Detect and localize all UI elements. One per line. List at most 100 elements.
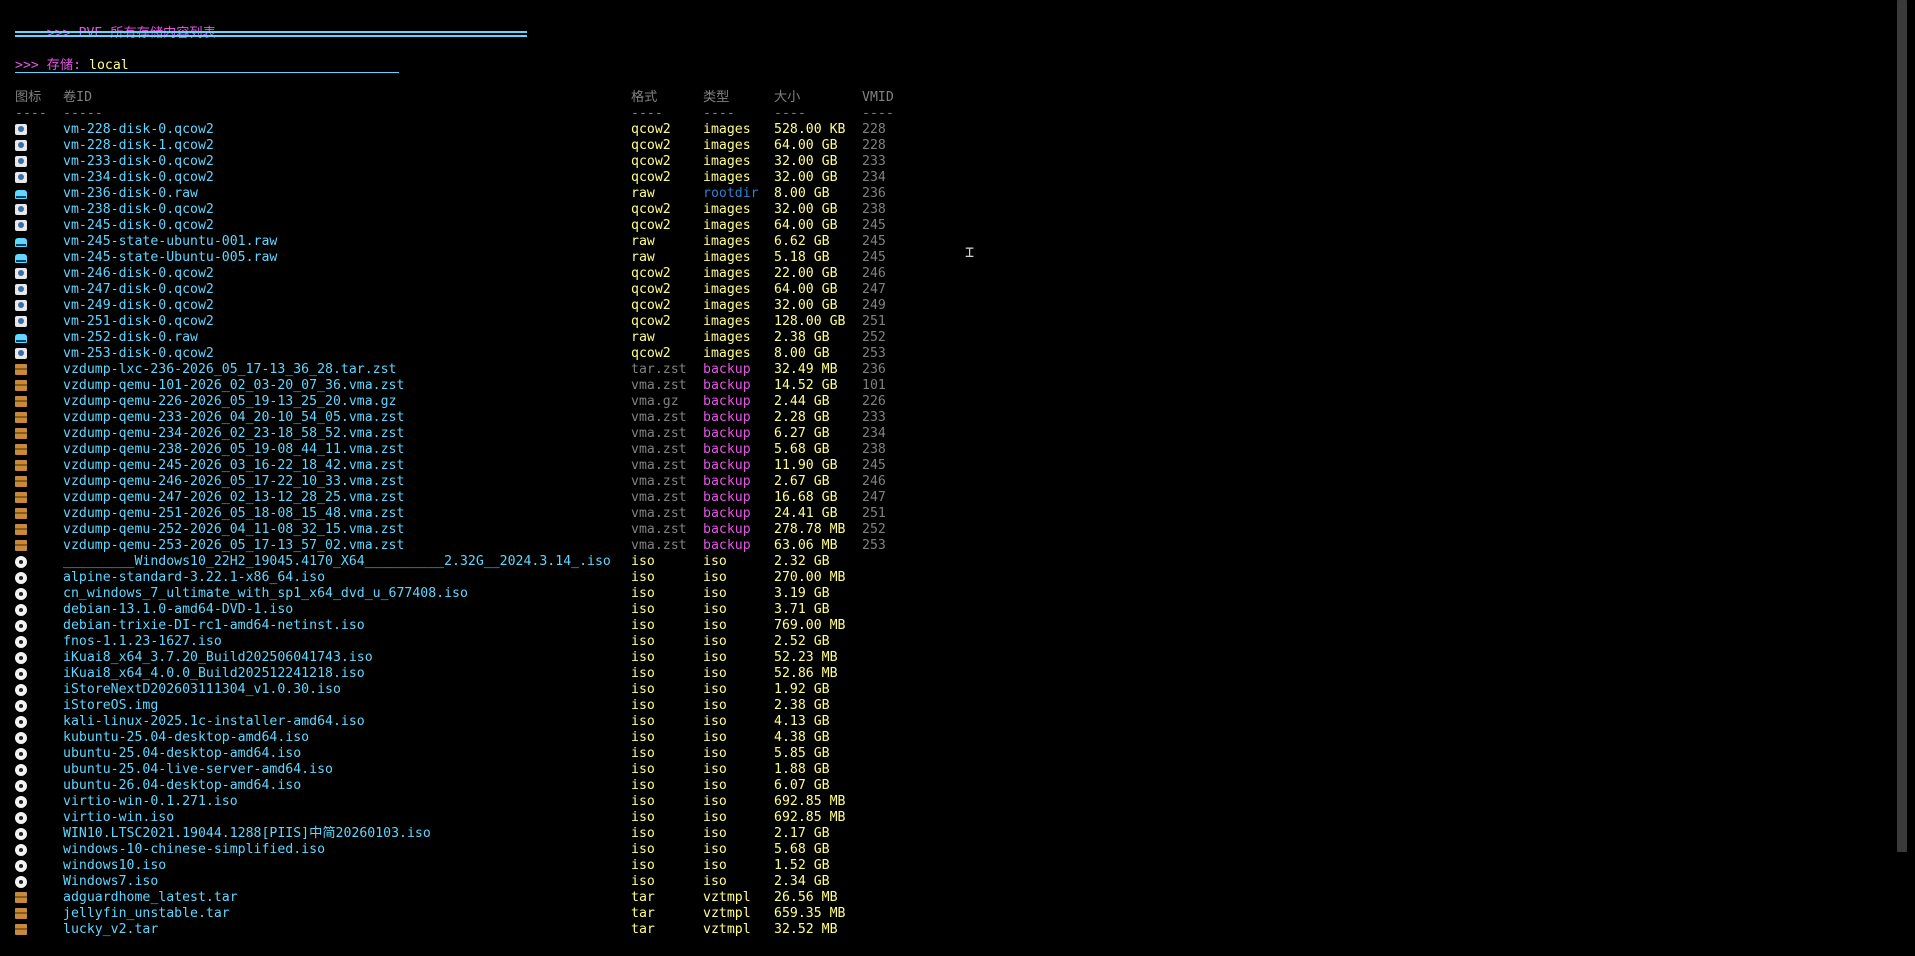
list-item: vzdump-qemu-233-2026_04_20-10_54_05.vma.… xyxy=(15,410,1885,426)
volume-vmid: 246 xyxy=(862,266,886,281)
volume-type: backup xyxy=(703,426,751,441)
volume-id: vm-245-state-ubuntu-001.raw xyxy=(63,234,278,249)
volume-size: 4.13 GB xyxy=(774,714,830,729)
volume-format: vma.zst xyxy=(631,538,687,553)
iso-icon xyxy=(15,732,27,744)
iso-icon xyxy=(15,812,27,824)
list-item: vm-238-disk-0.qcow2 qcow2 images 32.00 GB 23… xyxy=(15,202,1885,218)
volume-type: iso xyxy=(703,842,727,857)
double-rule xyxy=(15,31,527,37)
volume-size: 8.00 GB xyxy=(774,186,830,201)
volume-vmid: 238 xyxy=(862,442,886,457)
volume-id: windows10.iso xyxy=(63,858,167,873)
volume-format: tar xyxy=(631,906,655,921)
volume-type: backup xyxy=(703,410,751,425)
volume-vmid: 245 xyxy=(862,250,886,265)
volume-type: images xyxy=(703,138,751,153)
volume-format: vma.zst xyxy=(631,490,687,505)
volume-id: Windows7.iso xyxy=(63,874,159,889)
volume-size: 270.00 MB xyxy=(774,570,846,585)
volume-id: vm-253-disk-0.qcow2 xyxy=(63,346,214,361)
volume-format: qcow2 xyxy=(631,154,671,169)
volume-vmid: 236 xyxy=(862,362,886,377)
volume-type: iso xyxy=(703,858,727,873)
volume-id: vm-246-disk-0.qcow2 xyxy=(63,266,214,281)
package-icon xyxy=(15,508,27,519)
volume-type: backup xyxy=(703,378,751,393)
volume-format: vma.zst xyxy=(631,458,687,473)
volume-id: iStoreNextD202603111304_v1.0.30.iso xyxy=(63,682,341,697)
volume-format: raw xyxy=(631,330,655,345)
storage-heading: >>> 存储: local xyxy=(15,58,1885,74)
volume-vmid: 238 xyxy=(862,202,886,217)
volume-id: alpine-standard-3.22.1-x86_64.iso xyxy=(63,570,326,585)
volume-size: 5.68 GB xyxy=(774,442,830,457)
raw-icon xyxy=(15,334,27,343)
list-item: vzdump-qemu-245-2026_03_16-22_18_42.vma.… xyxy=(15,458,1885,474)
list-item: vm-228-disk-1.qcow2 qcow2 images 64.00 GB 22… xyxy=(15,138,1885,154)
volume-type: images xyxy=(703,218,751,233)
volume-id: ubuntu-26.04-desktop-amd64.iso xyxy=(63,778,302,793)
volume-format: iso xyxy=(631,554,655,569)
list-item: vm-246-disk-0.qcow2 qcow2 images 22.00 GB 24… xyxy=(15,266,1885,282)
volume-id: windows-10-chinese-simplified.iso xyxy=(63,842,326,857)
list-item: adguardhome_latest.tar tar vztmpl 26.56 MB xyxy=(15,890,1885,906)
disk-icon xyxy=(15,156,27,167)
volume-type: iso xyxy=(703,778,727,793)
volume-id: vzdump-qemu-234-2026_02_23-18_58_52.vma.… xyxy=(63,426,405,441)
disk-icon xyxy=(15,300,27,311)
volume-id: virtio-win.iso xyxy=(63,810,175,825)
list-item: cn_windows_7_ultimate_with_sp1_x64_dvd_u… xyxy=(15,586,1885,602)
volume-format: iso xyxy=(631,570,655,585)
volume-size: 64.00 GB xyxy=(774,218,838,233)
list-item: fnos-1.1.23-1627.iso iso iso 2.52 GB xyxy=(15,634,1885,650)
volume-id: vm-245-disk-0.qcow2 xyxy=(63,218,214,233)
volume-format: iso xyxy=(631,698,655,713)
volume-id: kubuntu-25.04-desktop-amd64.iso xyxy=(63,730,310,745)
list-item: vzdump-qemu-246-2026_05_17-22_10_33.vma.… xyxy=(15,474,1885,490)
volume-id: vzdump-qemu-233-2026_04_20-10_54_05.vma.… xyxy=(63,410,405,425)
volume-type: backup xyxy=(703,442,751,457)
volume-id: debian-13.1.0-amd64-DVD-1.iso xyxy=(63,602,294,617)
package-icon xyxy=(15,924,27,935)
volume-format: qcow2 xyxy=(631,346,671,361)
list-item: vzdump-qemu-252-2026_04_11-08_32_15.vma.… xyxy=(15,522,1885,538)
volume-size: 3.19 GB xyxy=(774,586,830,601)
list-item: vm-252-disk-0.raw raw images 2.38 GB 252 xyxy=(15,330,1885,346)
volume-type: iso xyxy=(703,826,727,841)
volume-size: 14.52 GB xyxy=(774,378,838,393)
volume-vmid: 247 xyxy=(862,490,886,505)
volume-id: adguardhome_latest.tar xyxy=(63,890,238,905)
list-item: WIN10.LTSC2021.19044.1288[PIIS]中简2026010… xyxy=(15,826,1885,842)
volume-id: debian-trixie-DI-rc1-amd64-netinst.iso xyxy=(63,618,365,633)
iso-icon xyxy=(15,748,27,760)
list-item: vzdump-qemu-247-2026_02_13-12_28_25.vma.… xyxy=(15,490,1885,506)
volume-id: kali-linux-2025.1c-installer-amd64.iso xyxy=(63,714,365,729)
volume-vmid: 253 xyxy=(862,538,886,553)
package-icon xyxy=(15,444,27,455)
iso-icon xyxy=(15,652,27,664)
package-icon xyxy=(15,540,27,551)
volume-type: backup xyxy=(703,522,751,537)
package-icon xyxy=(15,364,27,375)
storage-content-list: vm-228-disk-0.qcow2 qcow2 images 528.00 KB 2… xyxy=(15,122,1885,938)
package-icon xyxy=(15,492,27,503)
volume-size: 64.00 GB xyxy=(774,282,838,297)
iso-icon xyxy=(15,668,27,680)
volume-size: 26.56 MB xyxy=(774,890,838,905)
volume-format: iso xyxy=(631,618,655,633)
volume-format: iso xyxy=(631,842,655,857)
volume-id: vm-245-state-Ubuntu-005.raw xyxy=(63,250,278,265)
terminal-output[interactable]: >>> PVE 所有存储内容列表 >>> 存储: local 图标 卷ID 格式… xyxy=(15,10,1885,956)
volume-format: qcow2 xyxy=(631,202,671,217)
scrollbar[interactable] xyxy=(1897,0,1907,852)
volume-format: qcow2 xyxy=(631,298,671,313)
iso-icon xyxy=(15,636,27,648)
list-item: iKuai8_x64_3.7.20_Build202506041743.iso i… xyxy=(15,650,1885,666)
list-item: ubuntu-25.04-desktop-amd64.iso iso iso 5.85… xyxy=(15,746,1885,762)
volume-type: iso xyxy=(703,602,727,617)
list-item: iKuai8_x64_4.0.0_Build202512241218.iso is… xyxy=(15,666,1885,682)
volume-vmid: 245 xyxy=(862,234,886,249)
list-item: vm-245-state-ubuntu-001.raw raw images 6.62… xyxy=(15,234,1885,250)
